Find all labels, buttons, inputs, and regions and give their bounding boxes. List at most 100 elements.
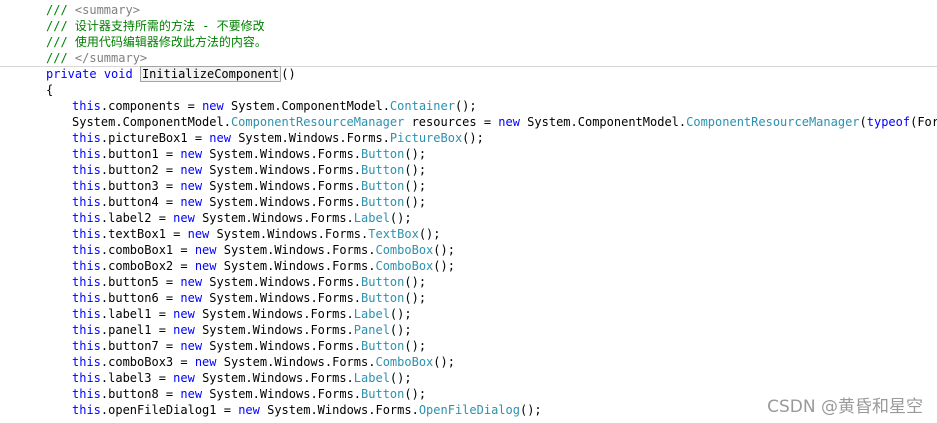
code-line[interactable]: this.comboBox3 = new System.Windows.Form… <box>0 354 455 370</box>
code-token: Button <box>361 195 405 209</box>
code-token: this <box>72 323 101 337</box>
code-token: (Form1)); <box>910 115 937 129</box>
code-line[interactable]: { <box>0 82 53 98</box>
code-line[interactable]: this.comboBox1 = new System.Windows.Form… <box>0 242 455 258</box>
code-token: (); <box>404 163 427 177</box>
code-token: ComponentResourceManager <box>230 115 405 129</box>
code-token: new <box>238 403 260 417</box>
code-token: .button8 = <box>100 387 181 401</box>
code-token: .pictureBox1 = <box>100 131 210 145</box>
code-token: new <box>173 323 195 337</box>
code-line[interactable]: this.comboBox2 = new System.Windows.Form… <box>0 258 455 274</box>
code-token: (); <box>404 147 427 161</box>
code-token: new <box>180 387 203 401</box>
code-token: /// 使用代码编辑器修改此方法的内容。 <box>46 35 267 49</box>
code-token: void <box>103 67 133 81</box>
code-token: new <box>194 259 217 273</box>
code-line[interactable]: this.button7 = new System.Windows.Forms.… <box>0 338 426 354</box>
code-token: (); <box>519 403 542 417</box>
code-token: .button2 = <box>100 163 181 177</box>
code-line[interactable]: this.button6 = new System.Windows.Forms.… <box>0 290 426 306</box>
code-line[interactable]: this.pictureBox1 = new System.Windows.Fo… <box>0 130 484 146</box>
code-token: new <box>180 163 203 177</box>
code-token: new <box>180 179 203 193</box>
code-token: (); <box>389 211 412 225</box>
code-token: System.Windows.Forms. <box>202 163 362 177</box>
code-line[interactable]: this.button5 = new System.Windows.Forms.… <box>0 274 426 290</box>
code-token: (); <box>404 387 427 401</box>
code-token: PictureBox <box>389 131 463 145</box>
code-token: this <box>72 371 101 385</box>
code-token: System.Windows.Forms. <box>216 355 376 369</box>
code-token: this <box>72 403 101 417</box>
code-token: .comboBox1 = <box>100 243 195 257</box>
code-token: System.Windows.Forms. <box>194 323 354 337</box>
code-line[interactable]: this.openFileDialog1 = new System.Window… <box>0 402 542 418</box>
code-token: System.Windows.Forms. <box>202 291 362 305</box>
code-token: System.Windows.Forms. <box>194 307 354 321</box>
code-line[interactable]: /// 使用代码编辑器修改此方法的内容。 <box>0 34 267 50</box>
code-token: System.Windows.Forms. <box>194 211 354 225</box>
code-line[interactable]: /// 设计器支持所需的方法 - 不要修改 <box>0 18 265 34</box>
code-token: new <box>202 99 224 113</box>
code-token: System.Windows.Forms. <box>202 195 362 209</box>
code-token: (); <box>404 195 427 209</box>
code-line[interactable]: System.ComponentModel.ComponentResourceM… <box>0 114 937 130</box>
code-token: ComboBox <box>375 259 434 273</box>
code-token: this <box>72 131 101 145</box>
code-line[interactable]: this.button4 = new System.Windows.Forms.… <box>0 194 426 210</box>
code-line[interactable]: this.panel1 = new System.Windows.Forms.P… <box>0 322 412 338</box>
code-token: System.ComponentModel. <box>223 99 390 113</box>
code-token: .button6 = <box>100 291 181 305</box>
code-line[interactable]: this.button1 = new System.Windows.Forms.… <box>0 146 426 162</box>
code-token: this <box>72 339 101 353</box>
code-line[interactable]: this.textBox1 = new System.Windows.Forms… <box>0 226 441 242</box>
code-token: this <box>72 259 101 273</box>
code-token: resources = <box>404 115 499 129</box>
code-token: { <box>46 83 54 97</box>
code-token: this <box>72 163 101 177</box>
code-token: this <box>72 355 101 369</box>
code-token: new <box>498 115 520 129</box>
code-token: (); <box>418 227 441 241</box>
code-token: Button <box>361 163 405 177</box>
code-token: new <box>173 371 195 385</box>
code-line[interactable]: /// </summary> <box>0 50 937 67</box>
code-line[interactable]: this.components = new System.ComponentMo… <box>0 98 477 114</box>
code-token: Button <box>361 179 405 193</box>
code-token: System.Windows.Forms. <box>202 387 362 401</box>
code-token: this <box>72 291 101 305</box>
code-token: () <box>281 67 296 81</box>
code-token: .label2 = <box>100 211 174 225</box>
code-editor[interactable]: /// <summary>/// 设计器支持所需的方法 - 不要修改/// 使用… <box>0 0 937 423</box>
code-token: new <box>180 147 203 161</box>
code-token: new <box>194 355 217 369</box>
code-line[interactable]: this.label2 = new System.Windows.Forms.L… <box>0 210 412 226</box>
code-token: (); <box>404 339 427 353</box>
code-token: new <box>180 339 203 353</box>
code-line[interactable]: this.label1 = new System.Windows.Forms.L… <box>0 306 412 322</box>
code-token: (); <box>433 259 455 273</box>
code-token: this <box>72 179 101 193</box>
code-token: OpenFileDialog <box>418 403 520 417</box>
code-token: Button <box>361 275 405 289</box>
code-token: Button <box>361 147 405 161</box>
code-line[interactable]: this.button3 = new System.Windows.Forms.… <box>0 178 426 194</box>
code-token: .button4 = <box>100 195 181 209</box>
code-token: new <box>173 307 195 321</box>
code-token: new <box>180 195 203 209</box>
code-token: System.ComponentModel. <box>519 115 687 129</box>
code-line[interactable]: this.button8 = new System.Windows.Forms.… <box>0 386 426 402</box>
code-line[interactable]: this.button2 = new System.Windows.Forms.… <box>0 162 426 178</box>
code-line[interactable]: this.label3 = new System.Windows.Forms.L… <box>0 370 412 386</box>
code-token: System.ComponentModel. <box>72 115 231 129</box>
code-token: (); <box>404 275 427 289</box>
code-token: ( <box>859 115 867 129</box>
code-token: TextBox <box>368 227 419 241</box>
code-token: System.Windows.Forms. <box>216 243 376 257</box>
code-line[interactable]: /// <summary> <box>0 2 140 18</box>
code-token: System.Windows.Forms. <box>209 227 369 241</box>
code-line[interactable]: private void InitializeComponent() <box>0 66 296 82</box>
code-token: (); <box>433 243 455 257</box>
